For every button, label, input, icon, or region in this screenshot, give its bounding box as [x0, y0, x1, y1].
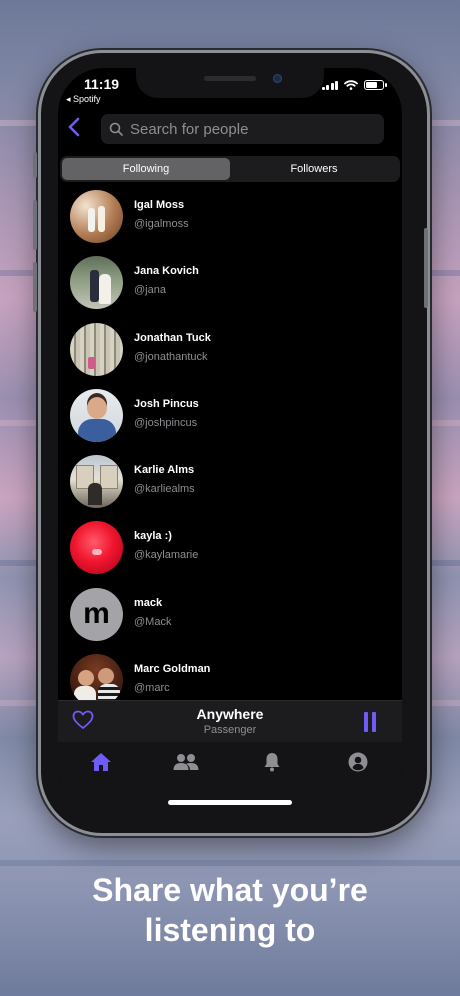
avatar	[70, 521, 123, 575]
person-handle: @igalmoss	[134, 218, 189, 230]
avatar	[70, 256, 123, 310]
person-name: kayla :)	[134, 530, 172, 543]
promo-caption-line-2: listening to	[144, 912, 316, 948]
tab-notifications[interactable]	[252, 750, 292, 774]
profile-icon	[348, 752, 368, 772]
avatar	[70, 322, 123, 376]
list-item[interactable]: Jana Kovich @jana	[58, 250, 402, 316]
track-artist: Passenger	[203, 724, 257, 736]
avatar	[70, 455, 123, 509]
person-handle: @marc	[134, 682, 170, 695]
tab-following[interactable]: Following	[62, 158, 230, 180]
avatar	[70, 190, 123, 243]
list-item[interactable]: Jonathan Tuck @jonathantuck	[58, 317, 402, 383]
home-icon	[91, 753, 111, 771]
list-item[interactable]: Igal Moss @igalmoss	[58, 184, 402, 250]
person-name: Josh Pincus	[134, 397, 199, 410]
person-name: Karlie Alms	[134, 464, 195, 477]
pause-icon	[364, 712, 368, 732]
list-item[interactable]: Josh Pincus @joshpincus	[58, 383, 402, 449]
chevron-left-icon	[68, 117, 80, 137]
battery-icon	[364, 80, 387, 90]
person-handle: @jana	[134, 284, 166, 297]
person-name: Igal Moss	[134, 199, 185, 211]
notch	[136, 68, 324, 98]
status-time: 11:19	[84, 76, 120, 92]
person-name: Jonathan Tuck	[134, 331, 211, 344]
back-to-app-link[interactable]: ◂ Spotify	[66, 94, 101, 105]
people-list: Igal Moss @igalmoss Jana Kovich @jana Jo…	[58, 184, 402, 714]
following-followers-toggle: Following Followers	[60, 156, 400, 182]
power-button	[424, 228, 428, 308]
people-icon	[173, 754, 199, 770]
tab-followers[interactable]: Followers	[230, 158, 398, 180]
person-handle: @Mack	[134, 615, 172, 628]
phone-screen: 11:19 ◂ Spotify Following Followers	[58, 68, 402, 812]
person-handle: @kaylamarie	[134, 549, 199, 562]
volume-up-button	[33, 200, 37, 250]
back-button[interactable]	[66, 116, 86, 140]
volume-down-button	[33, 262, 37, 312]
promo-caption-line-1: Share what you’re	[92, 872, 368, 908]
person-handle: @karliealms	[134, 483, 195, 496]
home-indicator	[168, 800, 292, 805]
search-icon	[109, 122, 123, 136]
person-name: Jana Kovich	[134, 265, 199, 278]
avatar: m	[70, 587, 123, 641]
list-item[interactable]: m mack @Mack	[58, 582, 402, 648]
person-name: mack	[134, 596, 163, 609]
status-icons	[321, 80, 387, 90]
background-streak	[0, 860, 460, 866]
bell-icon	[264, 753, 280, 772]
pause-button[interactable]	[364, 712, 376, 732]
front-camera	[273, 74, 282, 83]
track-title: Anywhere	[196, 706, 264, 722]
tab-profile[interactable]	[338, 750, 378, 774]
pause-icon	[372, 712, 376, 732]
search-input[interactable]	[128, 119, 372, 139]
wifi-icon	[344, 80, 358, 90]
cellular-signal-icon	[321, 80, 338, 90]
speaker-grille	[204, 76, 256, 81]
tab-home[interactable]	[81, 750, 121, 774]
person-handle: @jonathantuck	[134, 350, 208, 363]
avatar	[70, 388, 123, 442]
list-item[interactable]: Karlie Alms @karliealms	[58, 449, 402, 515]
search-bar[interactable]	[101, 114, 384, 144]
person-handle: @joshpincus	[134, 416, 198, 429]
tab-friends[interactable]	[166, 750, 206, 774]
list-item[interactable]: kayla :) @kaylamarie	[58, 515, 402, 581]
tab-bar	[58, 742, 402, 812]
person-name: Marc Goldman	[134, 663, 211, 676]
mute-switch	[33, 152, 37, 178]
now-playing-bar[interactable]: Anywhere Passenger	[58, 700, 402, 743]
